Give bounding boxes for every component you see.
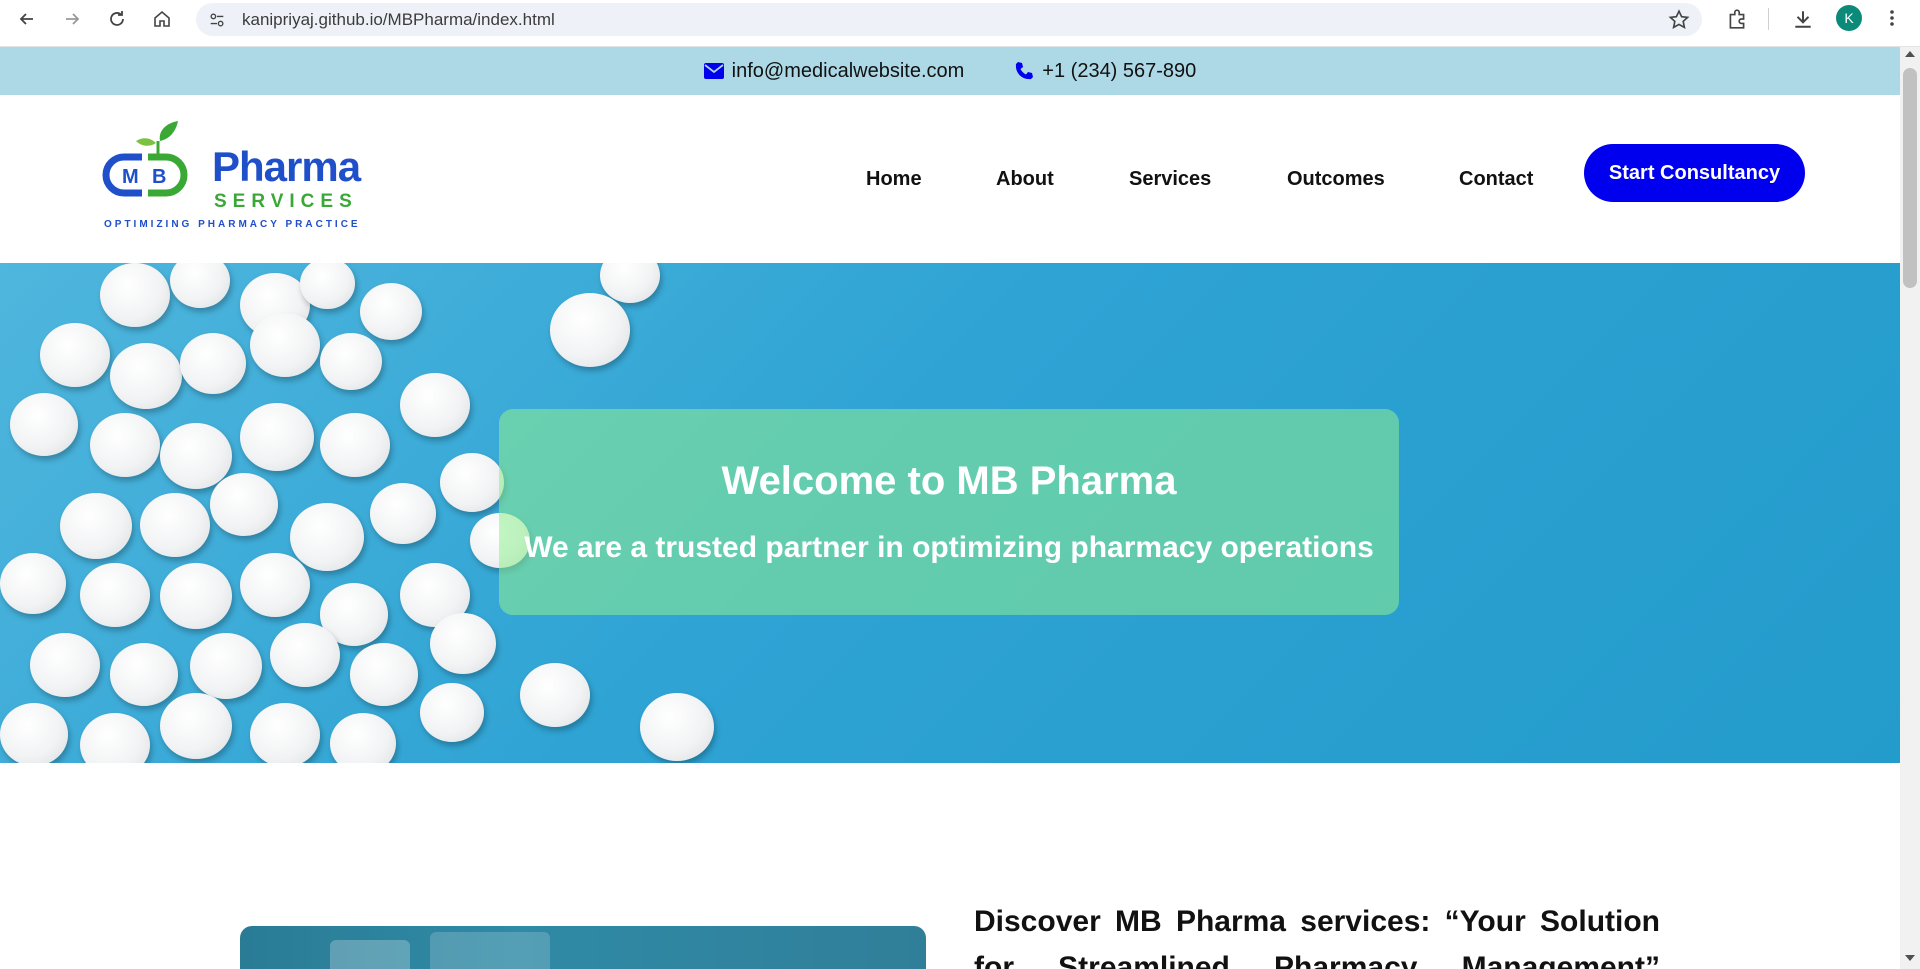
pill (80, 563, 150, 628)
pill (80, 713, 150, 763)
bookmark-star-icon[interactable] (1668, 9, 1690, 31)
pill (640, 693, 714, 762)
pill (300, 263, 355, 309)
pill (110, 343, 182, 410)
start-consultancy-button[interactable]: Start Consultancy (1584, 144, 1805, 202)
pill (240, 553, 310, 618)
pill (440, 453, 504, 512)
reload-icon[interactable] (95, 0, 139, 38)
pill (350, 643, 418, 706)
download-icon[interactable] (1788, 0, 1818, 38)
envelope-icon (703, 63, 724, 79)
pill (520, 663, 590, 728)
address-bar[interactable]: kanipriyaj.github.io/MBPharma/index.html (196, 3, 1702, 36)
contact-topbar: info@medicalwebsite.com +1 (234) 567-890 (0, 47, 1900, 95)
pill (360, 283, 422, 341)
pill (370, 483, 436, 544)
home-icon[interactable] (140, 0, 184, 38)
phone-contact[interactable]: +1 (234) 567-890 (1014, 60, 1196, 83)
extensions-icon[interactable] (1722, 0, 1752, 38)
phone-text: +1 (234) 567-890 (1042, 59, 1197, 82)
email-text: info@medicalwebsite.com (731, 59, 965, 82)
pill (210, 473, 278, 536)
scroll-down-icon[interactable] (1905, 955, 1915, 961)
site-settings-icon[interactable] (206, 9, 228, 31)
toolbar-divider (1768, 8, 1769, 30)
pill (110, 643, 178, 706)
pill (160, 693, 232, 760)
pill (250, 703, 320, 763)
pill (170, 263, 230, 309)
pill (100, 263, 170, 328)
pill (40, 323, 110, 388)
more-menu-icon[interactable] (1882, 6, 1902, 30)
pill (0, 703, 68, 763)
scrollbar-thumb[interactable] (1903, 68, 1917, 288)
phone-icon (1016, 62, 1034, 80)
discover-heading: Discover MB Pharma services: “Your Solut… (974, 905, 1660, 969)
pill (90, 413, 160, 478)
discover-image (240, 926, 926, 969)
pill (30, 633, 100, 698)
browser-toolbar: kanipriyaj.github.io/MBPharma/index.html… (0, 0, 1920, 47)
forward-icon[interactable] (50, 0, 94, 38)
email-contact[interactable]: info@medicalwebsite.com (703, 59, 965, 83)
nav-services[interactable]: Services (1129, 95, 1211, 263)
url-text[interactable]: kanipriyaj.github.io/MBPharma/index.html (242, 10, 555, 30)
pill (320, 413, 390, 478)
nav-about[interactable]: About (996, 95, 1054, 263)
pill (140, 493, 210, 558)
hero-title: Welcome to MB Pharma (721, 459, 1177, 503)
scroll-up-icon[interactable] (1905, 51, 1915, 57)
nav-contact[interactable]: Contact (1459, 95, 1533, 263)
pill (60, 493, 132, 560)
profile-avatar[interactable]: K (1836, 5, 1862, 31)
pill (290, 503, 364, 572)
hero-overlay-box (499, 409, 1399, 615)
pill (270, 623, 340, 688)
pill (250, 313, 320, 378)
hero-subtitle: We are a trusted partner in optimizing p… (524, 531, 1374, 564)
hero-banner: Welcome to MB Pharma We are a trusted pa… (0, 263, 1900, 763)
pill (550, 293, 630, 367)
nav-home[interactable]: Home (866, 95, 922, 263)
pill (430, 613, 496, 674)
nav-outcomes[interactable]: Outcomes (1287, 95, 1385, 263)
web-page: info@medicalwebsite.com +1 (234) 567-890… (0, 47, 1900, 969)
pill (400, 373, 470, 438)
pill (330, 713, 396, 763)
pill (420, 683, 484, 742)
pill (240, 403, 314, 472)
pill (320, 333, 382, 391)
pill (160, 563, 232, 630)
pill (10, 393, 78, 456)
back-icon[interactable] (5, 0, 49, 38)
pill (180, 333, 246, 394)
pill (190, 633, 262, 700)
pill (0, 553, 66, 614)
